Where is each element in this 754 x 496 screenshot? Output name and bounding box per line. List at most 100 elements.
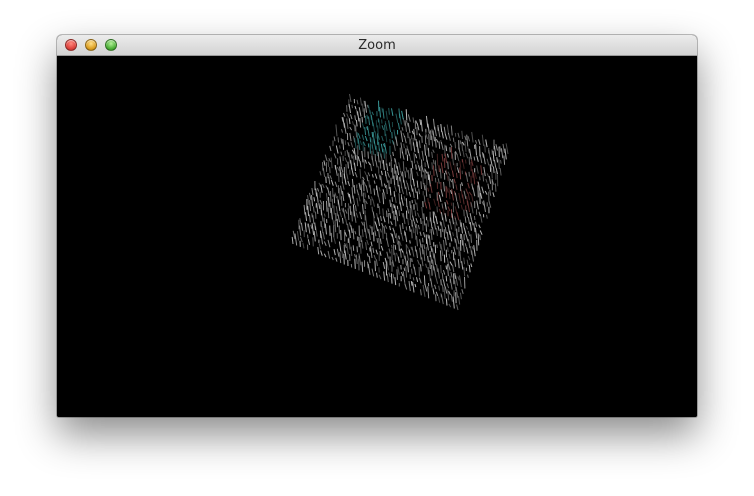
point-streak — [403, 179, 406, 190]
point-streak — [433, 211, 437, 218]
point-streak — [437, 225, 440, 231]
point-streak — [448, 290, 451, 296]
point-streak — [405, 109, 408, 121]
point-streak — [325, 193, 328, 201]
point-streak — [420, 166, 423, 178]
point-streak — [375, 224, 379, 232]
render-viewport[interactable] — [57, 56, 697, 417]
point-streak — [398, 210, 401, 217]
point-streak — [352, 245, 355, 251]
point-streak — [401, 197, 404, 206]
point-streak — [365, 185, 369, 193]
point-streak — [444, 226, 447, 234]
point-streak — [346, 113, 349, 119]
point-streak — [307, 239, 311, 246]
point-streak — [458, 295, 461, 305]
point-streak — [430, 228, 433, 240]
point-streak — [383, 192, 386, 200]
point-streak — [422, 237, 424, 243]
point-streak — [299, 225, 302, 236]
point-streak — [417, 212, 420, 218]
point-streak — [463, 257, 466, 265]
point-streak — [364, 192, 367, 198]
point-streak — [374, 131, 377, 139]
point-streak — [460, 233, 464, 246]
point-streak — [437, 268, 440, 279]
point-streak — [356, 198, 359, 207]
point-streak — [503, 155, 506, 165]
point-streak — [370, 241, 373, 247]
point-streak — [455, 275, 459, 286]
point-streak — [446, 186, 449, 193]
point-streak — [378, 237, 380, 250]
point-streak — [370, 114, 374, 127]
point-streak — [413, 152, 416, 164]
point-streak — [476, 200, 479, 210]
point-streak — [456, 228, 458, 238]
point-streak — [384, 124, 386, 137]
point-streak — [394, 194, 397, 204]
point-streak — [504, 148, 507, 160]
point-streak — [411, 229, 413, 239]
point-streak — [339, 145, 341, 149]
point-streak — [400, 271, 404, 277]
point-streak — [427, 187, 430, 192]
point-streak — [461, 182, 463, 187]
point-streak — [484, 190, 488, 195]
point-streak — [390, 273, 393, 284]
point-streak — [340, 151, 343, 155]
point-streak — [366, 239, 369, 246]
point-streak — [450, 271, 453, 278]
point-streak — [386, 260, 389, 271]
point-streak — [440, 279, 442, 286]
point-streak — [447, 224, 451, 235]
point-streak — [354, 137, 357, 149]
point-streak — [358, 107, 362, 117]
point-streak — [432, 165, 435, 176]
point-streak — [401, 127, 404, 131]
point-streak — [465, 188, 469, 194]
point-streak — [371, 131, 374, 138]
title-bar[interactable]: Zoom — [57, 35, 697, 56]
point-streak — [461, 289, 464, 295]
point-streak — [395, 136, 398, 146]
point-streak — [447, 132, 451, 141]
point-streak — [357, 133, 361, 139]
point-streak — [485, 178, 488, 183]
point-streak — [372, 211, 375, 219]
point-streak — [442, 239, 446, 251]
point-streak — [339, 211, 343, 218]
point-streak — [350, 114, 353, 120]
point-streak — [387, 208, 390, 213]
point-streak — [341, 251, 344, 259]
point-streak — [405, 226, 408, 231]
point-streak — [352, 228, 355, 240]
point-streak — [471, 194, 474, 202]
point-streak — [347, 142, 350, 147]
point-streak — [379, 160, 382, 169]
point-streak — [338, 241, 342, 252]
point-streak — [420, 218, 422, 225]
point-streak — [466, 259, 469, 266]
point-streak — [432, 248, 435, 259]
point-streak — [486, 158, 490, 166]
point-streak — [409, 201, 411, 209]
point-streak — [479, 213, 483, 223]
point-streak — [458, 192, 462, 204]
point-streak — [378, 274, 382, 280]
point-streak — [428, 202, 431, 210]
point-streak — [359, 160, 362, 168]
point-streak — [425, 223, 428, 232]
point-streak — [456, 212, 460, 221]
point-streak — [349, 126, 353, 131]
point-streak — [382, 208, 384, 216]
point-streak — [444, 153, 448, 163]
point-streak — [371, 206, 374, 212]
point-streak — [431, 162, 433, 170]
point-streak — [439, 250, 442, 262]
point-streak — [318, 243, 322, 250]
point-streak — [412, 178, 415, 187]
point-streak — [419, 239, 422, 248]
point-streak — [385, 133, 388, 143]
point-streak — [478, 139, 481, 145]
